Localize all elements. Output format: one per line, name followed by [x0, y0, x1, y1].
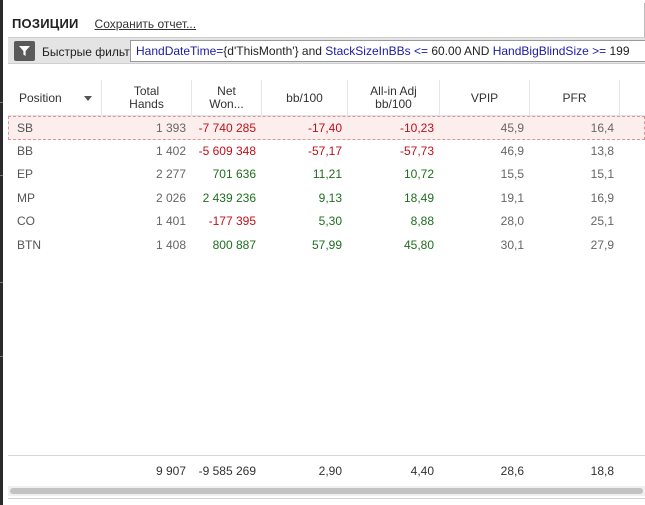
filter-token: >= [588, 44, 610, 58]
cell-pfr: 16,4 [590, 121, 614, 135]
column-header-bb-100[interactable]: bb/100 [262, 80, 348, 116]
cell-allin-adj-bb-100: 10,72 [403, 167, 434, 181]
table-row[interactable]: CO 1 401 -177 395 5,30 8,88 28,0 25,1 [8, 210, 645, 234]
cell-allin-adj-bb-100: -57,73 [399, 143, 434, 158]
report-header: ПОЗИЦИИ Сохранить отчет... [12, 16, 196, 36]
window-edge [0, 0, 3, 505]
table-totals-row: 9 907 -9 585 269 2,90 4,40 28,6 18,8 [8, 455, 645, 485]
cell-pfr: 16,9 [590, 190, 614, 205]
cell-net-won: -7 740 285 [198, 121, 256, 135]
quick-filter-label: Быстрые фильт [42, 45, 130, 59]
filter-token: 60.00 [431, 44, 462, 58]
cell-vpip: 19,1 [500, 190, 524, 205]
column-header-label: VPIP [470, 90, 499, 105]
cell-allin-adj-bb-100: -10,23 [399, 121, 434, 135]
cell-total-hands: 2 277 [155, 167, 186, 181]
column-header-allin-adj-bb-100[interactable]: All-in Adj bb/100 [348, 80, 440, 116]
table-row[interactable]: SB 1 393 -7 740 285 -17,40 -10,23 45,9 16,4 [8, 116, 645, 140]
column-header-label: All-in Adj bb/100 [370, 84, 417, 111]
cell-total-hands: 2 026 [155, 190, 186, 205]
filter-button[interactable] [14, 41, 35, 61]
cell-position: BB [17, 143, 34, 158]
filter-token: StackSizeInBBs [325, 44, 411, 58]
column-header-label: Total Hands [129, 84, 164, 111]
filter-token: 199 [609, 44, 630, 58]
total-bb-100: 2,90 [318, 464, 342, 478]
table-header: Position Total Hands Net Won... bb/100 All-i… [8, 80, 645, 116]
cell-pfr: 13,8 [590, 143, 614, 158]
column-header-position[interactable]: Position [8, 80, 102, 116]
cell-allin-adj-bb-100: 8,88 [410, 214, 434, 228]
table-empty-area [8, 253, 645, 455]
quick-filter-input[interactable]: HandDateTime={d'ThisMonth'} and StackSiz… [130, 40, 645, 62]
cell-net-won: -5 609 348 [198, 143, 256, 158]
cell-bb-100: 9,13 [318, 190, 342, 205]
save-report-link[interactable]: Сохранить отчет... [95, 17, 197, 31]
total-total-hands: 9 907 [155, 464, 186, 478]
cell-total-hands: 1 401 [155, 214, 186, 228]
filter-token: HandBigBlindSize [492, 44, 589, 58]
cell-vpip: 28,0 [500, 214, 524, 228]
positions-table: Position Total Hands Net Won... bb/100 All-i… [8, 80, 645, 257]
cell-bb-100: 5,30 [318, 214, 342, 228]
horizontal-scrollbar[interactable] [8, 486, 645, 496]
page-title: ПОЗИЦИИ [12, 16, 79, 31]
cell-position: EP [17, 167, 34, 181]
cell-bb-100: -57,17 [307, 143, 342, 158]
column-header-label: Position [19, 90, 62, 105]
table-body: SB 1 393 -7 740 285 -17,40 -10,23 45,9 16,4 BB 1… [8, 116, 645, 257]
column-header-total-hands[interactable]: Total Hands [102, 80, 192, 116]
cell-total-hands: 1 393 [155, 121, 186, 135]
table-row[interactable]: BB 1 402 -5 609 348 -57,17 -57,73 46,9 13,8 [8, 140, 645, 164]
filter-token: <= [410, 44, 432, 58]
cell-bb-100: 11,21 [312, 167, 342, 181]
column-header-label: PFR [562, 90, 587, 105]
table-row[interactable]: EP 2 277 701 636 11,21 10,72 15,5 15,1 [8, 163, 645, 187]
cell-pfr: 15,1 [590, 167, 614, 181]
column-header-pfr[interactable]: PFR [530, 80, 620, 116]
sort-down-icon [84, 96, 92, 101]
column-header-label: Net Won... [209, 84, 244, 111]
positions-report-window: ПОЗИЦИИ Сохранить отчет... Быстрые фильт… [0, 0, 645, 505]
table-row[interactable]: MP 2 026 2 439 236 9,13 18,49 19,1 16,9 [8, 187, 645, 211]
divider [8, 498, 645, 499]
cell-total-hands: 1 402 [155, 143, 186, 158]
total-allin-adj-bb-100: 4,40 [410, 464, 434, 478]
cell-net-won: 701 636 [212, 167, 256, 181]
scrollbar-thumb[interactable] [10, 488, 643, 494]
cell-net-won: -177 395 [208, 214, 256, 228]
total-pfr: 18,8 [590, 464, 614, 478]
cell-allin-adj-bb-100: 18,49 [403, 190, 434, 205]
cell-position: MP [17, 190, 35, 205]
cell-vpip: 15,5 [500, 167, 524, 181]
cell-vpip: 45,9 [500, 121, 524, 135]
total-vpip: 28,6 [500, 464, 524, 478]
column-header-label: bb/100 [286, 90, 323, 105]
filter-token: AND [461, 44, 493, 58]
total-net-won: -9 585 269 [198, 464, 256, 478]
cell-net-won: 2 439 236 [202, 190, 256, 205]
filter-token: {d'ThisMonth'} [223, 44, 299, 58]
cell-pfr: 25,1 [590, 214, 614, 228]
column-header-net-won[interactable]: Net Won... [192, 80, 262, 116]
cell-position: CO [17, 214, 35, 228]
filter-token: HandDateTime [136, 44, 217, 58]
filter-token: and [298, 44, 326, 58]
cell-vpip: 46,9 [500, 143, 524, 158]
cell-bb-100: -17,40 [307, 121, 342, 135]
column-header-vpip[interactable]: VPIP [440, 80, 530, 116]
filter-funnel-icon [19, 46, 30, 56]
cell-position: SB [17, 121, 34, 135]
quick-filter-bar: Быстрые фильт HandDateTime={d'ThisMonth'… [8, 37, 645, 64]
